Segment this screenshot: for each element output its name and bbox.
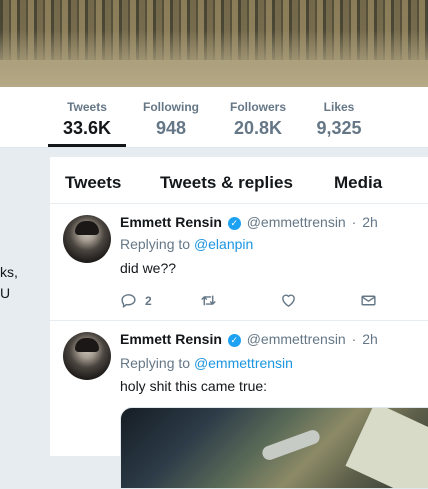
- retweet-button[interactable]: [200, 292, 217, 309]
- stat-likes-value: 9,325: [316, 118, 362, 138]
- avatar[interactable]: [63, 215, 111, 263]
- left-text-fragment: U: [0, 285, 11, 301]
- tab-tweets[interactable]: Tweets: [65, 173, 121, 193]
- reply-prefix: Replying to: [120, 355, 191, 371]
- envelope-icon: [361, 295, 376, 306]
- tab-media[interactable]: Media: [334, 173, 382, 193]
- tweet-author-name[interactable]: Emmett Rensin: [120, 331, 222, 347]
- reply-to-link[interactable]: @emmettrensin: [194, 355, 293, 371]
- left-sidebar-fragment: ks, U: [0, 148, 45, 456]
- verified-badge-icon: ✓: [227, 334, 241, 347]
- tweet-header: Emmett Rensin ✓ @emmettrensin · 2h: [120, 214, 378, 230]
- tweet-timestamp[interactable]: 2h: [362, 331, 378, 347]
- stat-following-label: Following: [143, 100, 199, 114]
- profile-nav: Tweets 33.6K Following 948 Followers 20.…: [0, 87, 428, 148]
- stat-tweets[interactable]: Tweets 33.6K: [48, 87, 126, 147]
- stat-followers-value: 20.8K: [233, 118, 283, 138]
- tweet-author-name[interactable]: Emmett Rensin: [120, 214, 222, 230]
- tweet-actions: 2: [120, 292, 420, 310]
- tweet-text: holy shit this came true:: [120, 378, 268, 394]
- stat-following[interactable]: Following 948: [136, 87, 206, 146]
- tweet-separator: ·: [351, 214, 357, 230]
- reply-context: Replying to @emmettrensin: [120, 355, 293, 371]
- banner-image-ground: [0, 30, 428, 87]
- stat-followers-label: Followers: [229, 100, 286, 114]
- timeline-tabs: Tweets Tweets & replies Media: [50, 157, 428, 204]
- stat-following-value: 948: [155, 118, 187, 138]
- left-text-fragment: ks,: [0, 264, 18, 280]
- retweet-icon: [201, 295, 216, 306]
- tweet-author-handle[interactable]: @emmettrensin: [247, 331, 346, 347]
- reply-button[interactable]: 2: [120, 292, 152, 309]
- reply-prefix: Replying to: [120, 236, 191, 252]
- tab-tweets-and-replies[interactable]: Tweets & replies: [160, 173, 293, 193]
- stat-followers[interactable]: Followers 20.8K: [220, 87, 296, 146]
- reply-to-link[interactable]: @elanpin: [194, 236, 253, 252]
- reply-count: 2: [145, 293, 152, 308]
- tweet-timestamp[interactable]: 2h: [362, 214, 378, 230]
- reply-icon: [121, 294, 136, 308]
- verified-badge-icon: ✓: [227, 217, 241, 230]
- tweet-item[interactable]: Emmett Rensin ✓ @emmettrensin · 2h Reply…: [50, 204, 428, 321]
- tweet-header: Emmett Rensin ✓ @emmettrensin · 2h: [120, 331, 378, 347]
- timeline-panel: Tweets Tweets & replies Media Emmett Ren…: [49, 157, 428, 489]
- heart-icon: [282, 294, 295, 307]
- profile-header-banner: [0, 0, 428, 87]
- tweet-item[interactable]: Emmett Rensin ✓ @emmettrensin · 2h Reply…: [50, 321, 428, 489]
- stat-tweets-label: Tweets: [67, 100, 107, 114]
- tweet-text: did we??: [120, 260, 177, 276]
- like-button[interactable]: [280, 292, 297, 309]
- direct-message-button[interactable]: [360, 292, 377, 309]
- tweet-media-image[interactable]: [120, 407, 428, 489]
- tweet-separator: ·: [351, 331, 357, 347]
- avatar[interactable]: [63, 332, 111, 380]
- stat-likes[interactable]: Likes 9,325: [308, 87, 370, 146]
- reply-context: Replying to @elanpin: [120, 236, 253, 252]
- tweet-author-handle[interactable]: @emmettrensin: [247, 214, 346, 230]
- stat-tweets-value: 33.6K: [62, 118, 112, 138]
- stat-likes-label: Likes: [323, 100, 355, 114]
